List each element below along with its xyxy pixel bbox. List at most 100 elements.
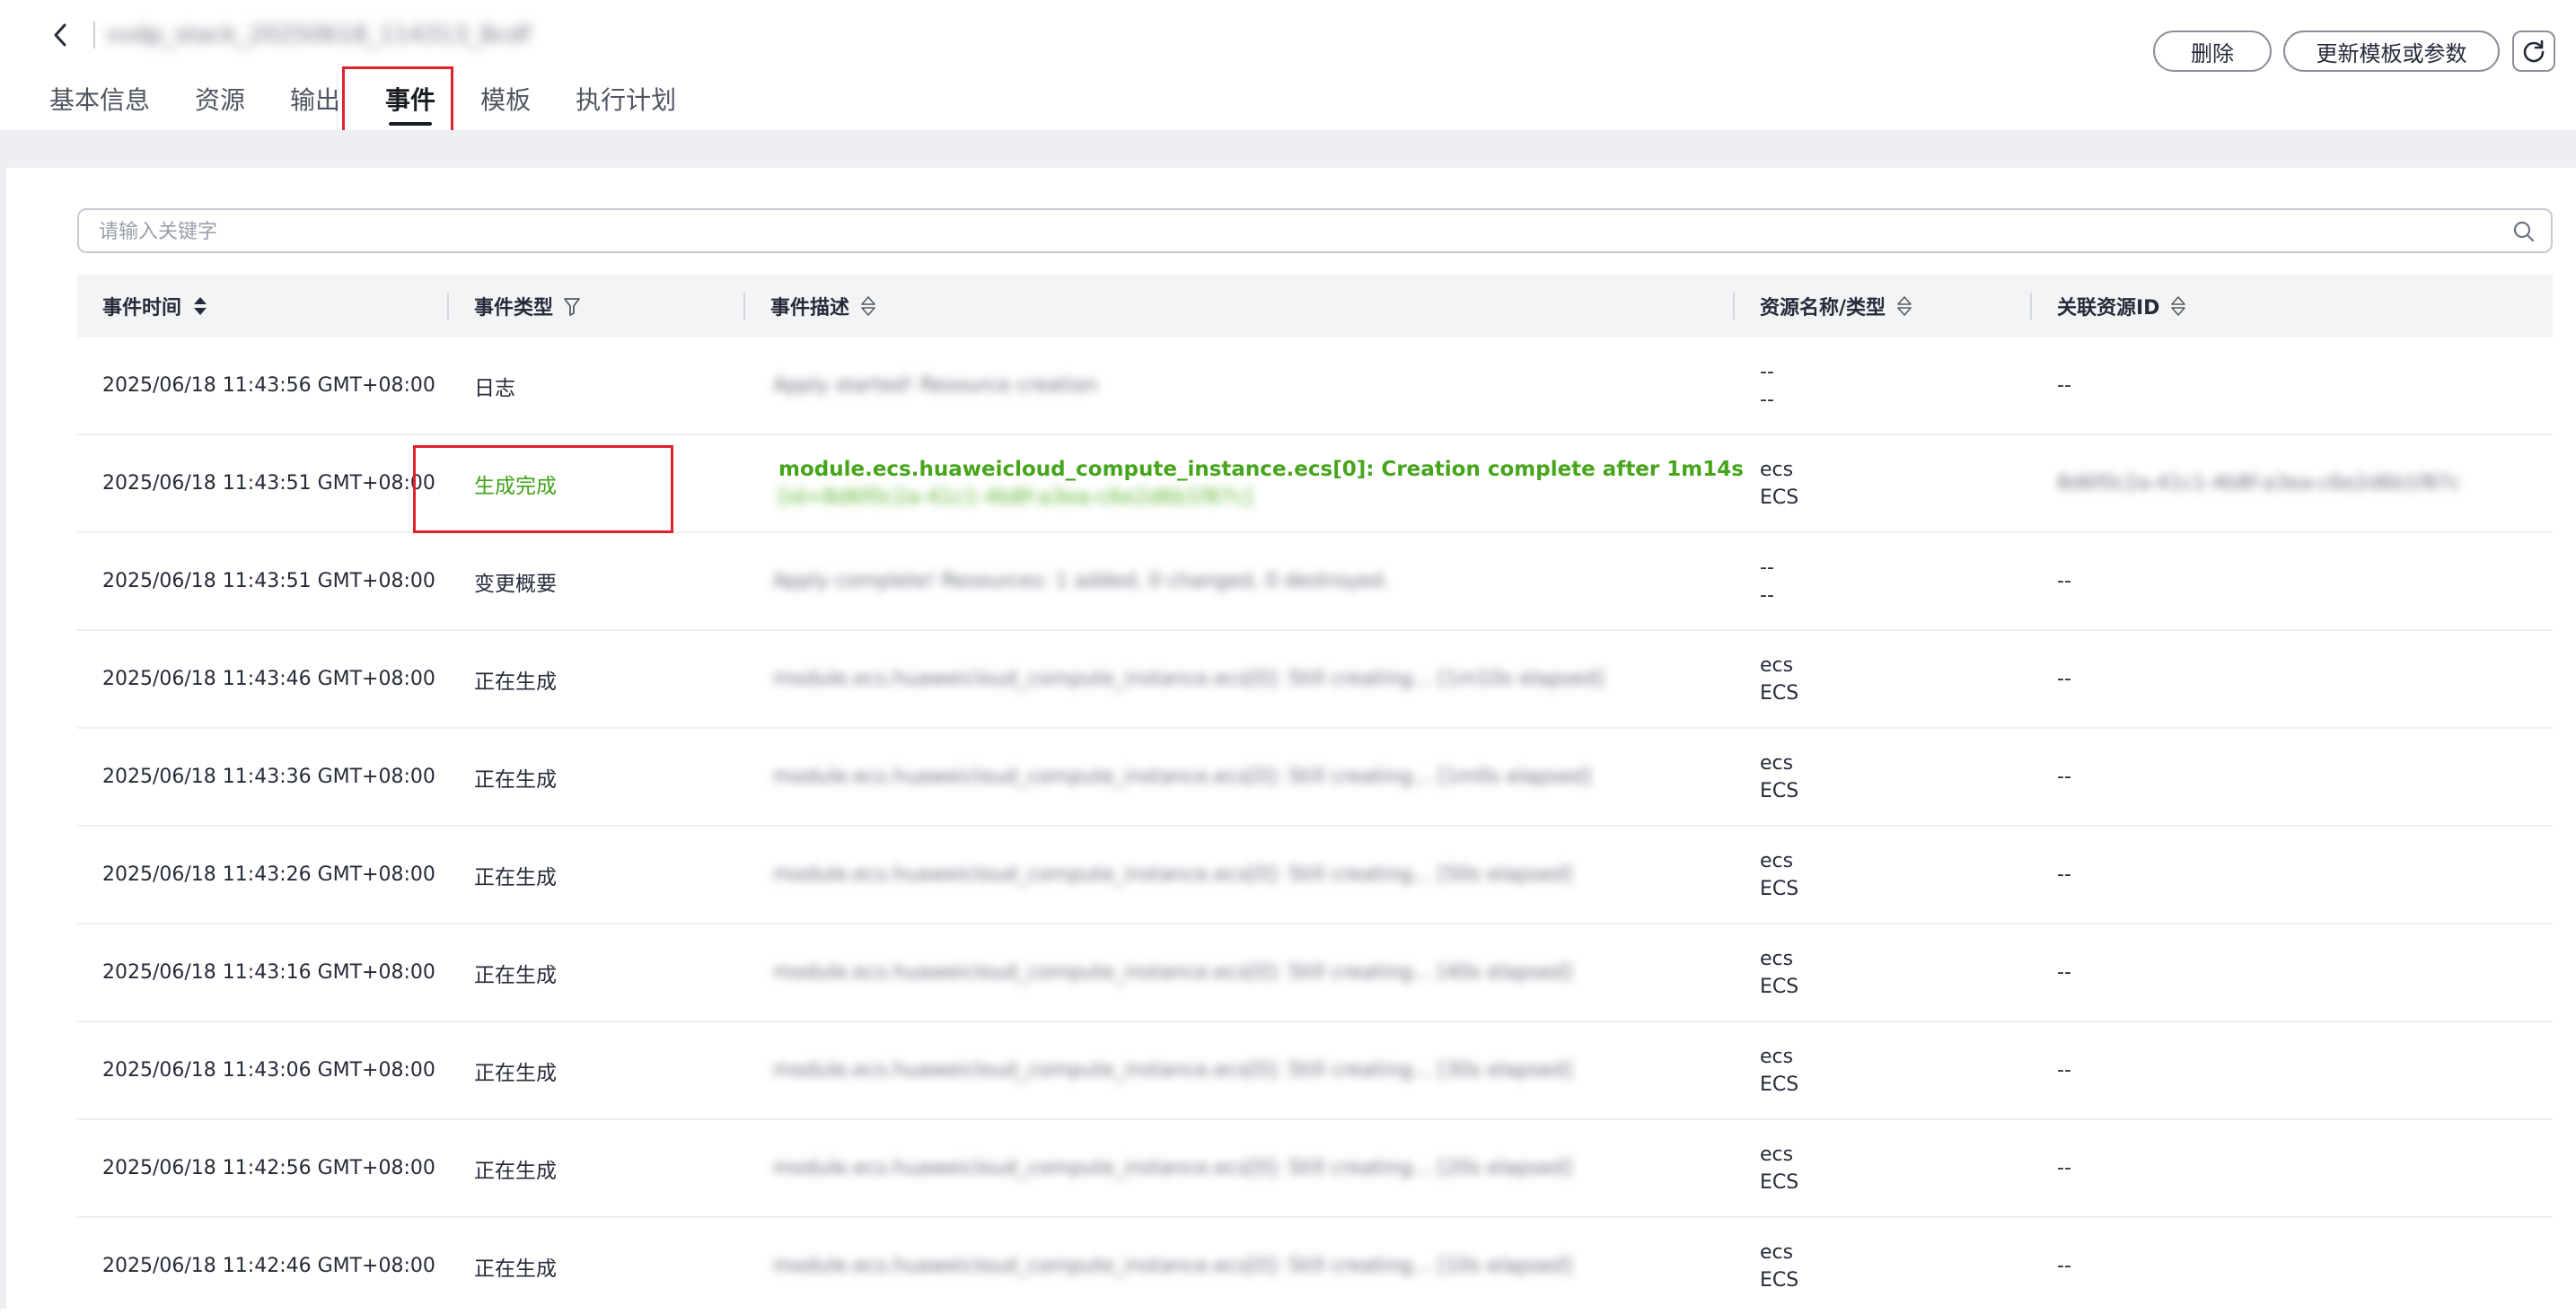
sort-icon[interactable] (2168, 294, 2188, 318)
stack-title: vvdp_stack_20250618_114313_8cdf (106, 22, 531, 48)
tab-resources[interactable]: 资源 (172, 74, 268, 131)
tab-execution-plan[interactable]: 执行计划 (553, 74, 699, 131)
event-desc-text: module.ecs.huaweicloud_compute_instance.… (773, 1059, 1572, 1082)
col-event-type-label: 事件类型 (474, 297, 554, 320)
resource-id: -- (2057, 961, 2071, 984)
resource-name: ecs (1760, 1045, 1794, 1068)
event-time: 2025/06/18 11:43:46 GMT+08:00 (102, 668, 435, 690)
tab-events[interactable]: 事件 (363, 74, 458, 131)
event-time: 2025/06/18 11:43:26 GMT+08:00 (102, 863, 435, 886)
sort-icon[interactable] (190, 294, 210, 318)
tab-template[interactable]: 模板 (458, 74, 553, 131)
filter-icon[interactable] (562, 294, 582, 318)
refresh-button[interactable] (2512, 31, 2555, 72)
col-event-time[interactable]: 事件时间 (102, 275, 210, 337)
col-resource[interactable]: 资源名称/类型 (1760, 275, 1914, 337)
column-divider (743, 293, 745, 320)
resource-name: -- (1760, 360, 1774, 383)
resource-cell: ecs ECS (1760, 1022, 1798, 1118)
tab-basic-info[interactable]: 基本信息 (27, 74, 172, 131)
event-desc-text: module.ecs.huaweicloud_compute_instance.… (773, 766, 1592, 788)
sort-icon[interactable] (1895, 294, 1914, 318)
update-template-button[interactable]: 更新模板或参数 (2283, 31, 2500, 72)
resource-type: -- (1760, 583, 1774, 607)
event-time: 2025/06/18 11:43:51 GMT+08:00 (102, 570, 435, 592)
tab-outputs[interactable]: 输出 (268, 74, 363, 131)
event-type: 日志 (474, 376, 515, 400)
event-desc-id: [id=8d6f0c2a-41c1-4b8f-a3ea-c6e2d6b1f87c… (778, 485, 1253, 509)
event-type: 正在生成 (474, 767, 557, 792)
event-time: 2025/06/18 11:43:36 GMT+08:00 (102, 766, 435, 788)
event-desc-text: module.ecs.huaweicloud_compute_instance.… (773, 961, 1572, 984)
sort-icon[interactable] (858, 294, 878, 318)
section-separator (6, 130, 2576, 168)
col-event-type[interactable]: 事件类型 (474, 275, 582, 337)
resource-type: ECS (1760, 1268, 1799, 1292)
event-desc-text: module.ecs.huaweicloud_compute_instance.… (773, 1255, 1572, 1277)
resource-id: -- (2057, 766, 2071, 788)
event-type: 正在生成 (474, 1257, 557, 1281)
resource-id: -- (2057, 863, 2071, 886)
event-desc: Apply started! Resource creation (773, 337, 1097, 434)
tab-bar: 基本信息 资源 输出 事件 模板 执行计划 (27, 74, 699, 131)
event-desc-text: Apply started! Resource creation (773, 374, 1098, 397)
table-row: 2025/06/18 11:42:56 GMT+08:00 正在生成 modul… (77, 1120, 2553, 1218)
back-button[interactable] (47, 18, 75, 52)
resource-cell: ecs ECS (1760, 1120, 1798, 1216)
table-row: 2025/06/18 11:43:26 GMT+08:00 正在生成 modul… (77, 827, 2553, 924)
table-row: 2025/06/18 11:43:46 GMT+08:00 正在生成 modul… (77, 631, 2553, 729)
event-time: 2025/06/18 11:43:16 GMT+08:00 (102, 961, 435, 984)
event-type: 变更概要 (474, 572, 557, 596)
delete-button[interactable]: 删除 (2153, 31, 2272, 72)
column-divider (2030, 293, 2032, 320)
resource-cell: ecs ECS (1760, 631, 1798, 727)
event-time: 2025/06/18 11:43:06 GMT+08:00 (102, 1059, 435, 1082)
search-input[interactable] (97, 210, 2480, 253)
event-desc-text: module.ecs.huaweicloud_compute_instance.… (773, 863, 1572, 886)
resource-cell: ecs ECS (1760, 435, 1798, 531)
table-row: 2025/06/18 11:43:36 GMT+08:00 正在生成 modul… (77, 729, 2553, 827)
event-desc: module.ecs.huaweicloud_compute_instance.… (773, 1022, 1572, 1118)
table-header: 事件时间 事件类型 事件描述 资源名称/类型 关联资源ID (77, 275, 2553, 337)
event-type: 正在生成 (474, 1159, 557, 1183)
event-type: 正在生成 (474, 865, 557, 889)
resource-id: -- (2057, 570, 2071, 592)
col-resource-id[interactable]: 关联资源ID (2057, 275, 2188, 337)
col-resource-id-label: 关联资源ID (2057, 297, 2160, 320)
event-desc: module.ecs.huaweicloud_compute_instance.… (773, 827, 1572, 923)
event-desc: Apply complete! Resources: 1 added, 0 ch… (773, 533, 1389, 629)
column-divider (1733, 293, 1735, 320)
event-desc: module.ecs.huaweicloud_compute_instance.… (773, 1120, 1572, 1216)
resource-id: -- (2057, 1157, 2071, 1179)
resource-name: ecs (1760, 849, 1794, 872)
resource-type: ECS (1760, 1170, 1799, 1194)
event-desc-text: module.ecs.huaweicloud_compute_instance.… (778, 457, 1744, 481)
resource-id: -- (2057, 1255, 2071, 1277)
resource-cell: ecs ECS (1760, 924, 1798, 1021)
event-desc-text: Apply complete! Resources: 1 added, 0 ch… (773, 570, 1390, 592)
resource-type: ECS (1760, 1073, 1799, 1096)
col-event-time-label: 事件时间 (102, 297, 182, 320)
resource-name: ecs (1760, 1143, 1794, 1166)
resource-cell: ecs ECS (1760, 1218, 1798, 1314)
col-resource-label: 资源名称/类型 (1760, 297, 1886, 320)
resource-type: ECS (1760, 975, 1799, 998)
event-desc: module.ecs.huaweicloud_compute_instance.… (773, 631, 1604, 727)
resource-id[interactable]: 8d6f0c2a-41c1-4b8f-a3ea-c6e2d6b1f87c (2057, 435, 2461, 531)
resource-name: ecs (1760, 947, 1794, 970)
event-time: 2025/06/18 11:42:56 GMT+08:00 (102, 1157, 435, 1179)
col-event-desc-label: 事件描述 (770, 297, 850, 320)
event-desc: module.ecs.huaweicloud_compute_instance.… (773, 729, 1591, 825)
col-event-desc[interactable]: 事件描述 (770, 275, 878, 337)
search-icon[interactable] (2511, 219, 2536, 244)
resource-type: -- (1760, 388, 1774, 411)
event-desc: module.ecs.huaweicloud_compute_instance.… (773, 924, 1572, 1021)
resource-type: ECS (1760, 779, 1799, 802)
event-desc-text: module.ecs.huaweicloud_compute_instance.… (773, 668, 1605, 690)
refresh-icon (2523, 39, 2545, 63)
left-edge (0, 0, 6, 1309)
table-row: 2025/06/18 11:43:06 GMT+08:00 正在生成 modul… (77, 1022, 2553, 1120)
resource-name: ecs (1760, 751, 1794, 775)
column-divider (447, 293, 449, 320)
resource-name: -- (1760, 556, 1774, 579)
